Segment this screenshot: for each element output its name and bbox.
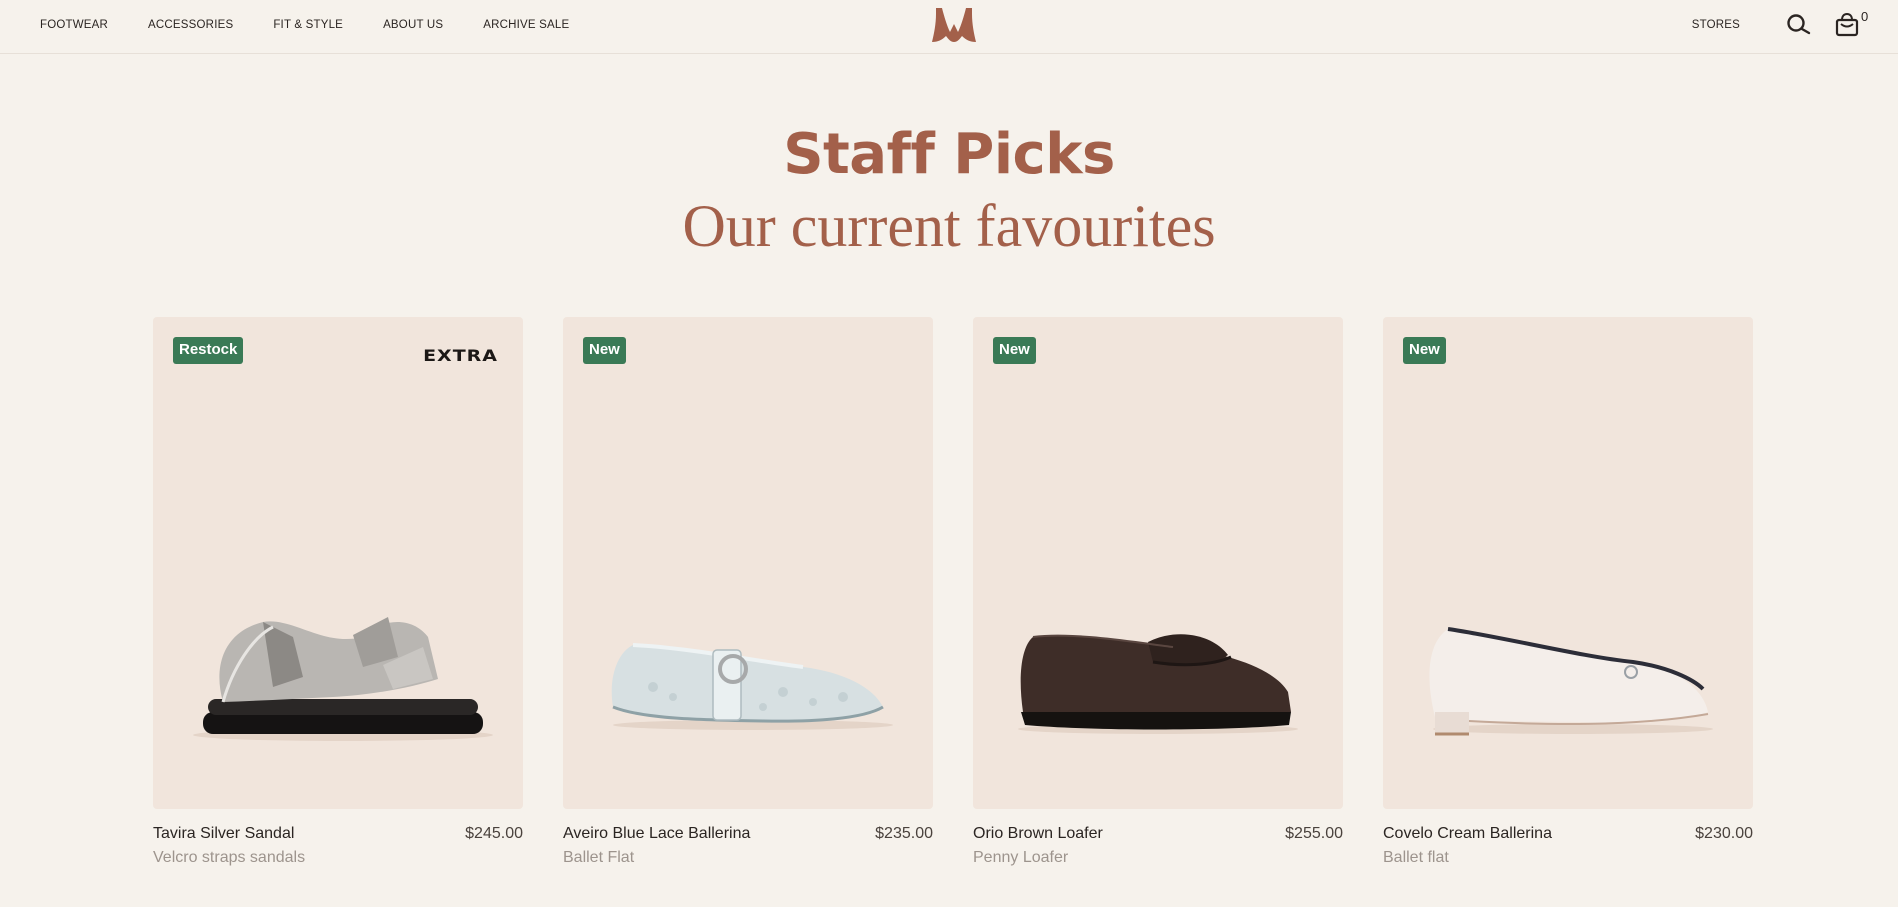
product-name[interactable]: Orio Brown Loafer [973,825,1103,843]
cart-count: 0 [1861,9,1869,24]
lace-ballerina-image [611,643,893,730]
product-image[interactable]: New [973,317,1343,809]
main-nav: FOOTWEAR ACCESSORIES FIT & STYLE ABOUT U… [40,0,569,50]
product-card[interactable]: New Covelo Cream Ballerina $230.00 Balle… [1383,317,1753,885]
site-header: FOOTWEAR ACCESSORIES FIT & STYLE ABOUT U… [0,0,1898,54]
nav-about-us[interactable]: ABOUT US [383,19,443,31]
product-price: $245.00 [465,825,523,842]
product-card[interactable]: New Aveiro Blue Lace Ballerina $235.00 B… [563,317,933,885]
brand-logo[interactable] [928,4,980,44]
product-subtitle: Velcro straps sandals [153,849,306,866]
cream-ballerina-image [1429,627,1713,736]
product-subtitle: Ballet Flat [563,849,635,866]
product-name[interactable]: Covelo Cream Ballerina [1383,825,1552,843]
product-card[interactable]: Restock EXTRA Tavira Silver Sandal $245.… [153,317,523,885]
product-name[interactable]: Tavira Silver Sandal [153,825,294,843]
nav-archive-sale[interactable]: ARCHIVE SALE [483,19,569,31]
shopping-bag-icon [1835,12,1859,37]
product-info: Aveiro Blue Lace Ballerina $235.00 Balle… [563,825,933,885]
product-name[interactable]: Aveiro Blue Lace Ballerina [563,825,750,843]
nav-fit-style[interactable]: FIT & STYLE [273,19,343,31]
product-image[interactable]: New [1383,317,1753,809]
product-price: $255.00 [1285,825,1343,842]
product-card[interactable]: New Orio Brown Loafer $255.00 Penny Loaf… [973,317,1343,885]
cart-button[interactable]: 0 [1834,9,1869,39]
product-image[interactable]: New [563,317,933,809]
page-title: Staff Picks [783,122,1115,187]
nav-accessories[interactable]: ACCESSORIES [148,19,233,31]
product-subtitle: Ballet flat [1383,849,1449,866]
silver-sandal-image [193,617,493,741]
product-info: Covelo Cream Ballerina $230.00 Ballet fl… [1383,825,1753,885]
product-subtitle: Penny Loafer [973,849,1069,866]
product-info: Tavira Silver Sandal $245.00 Velcro stra… [153,825,523,885]
product-grid: Restock EXTRA Tavira Silver Sandal $245.… [153,317,1753,877]
brown-loafer-image [1018,634,1298,734]
product-price: $235.00 [875,825,933,842]
logo-icon [932,8,976,42]
utility-nav: STORES 0 [1692,0,1868,50]
product-info: Orio Brown Loafer $255.00 Penny Loafer [973,825,1343,885]
nav-stores[interactable]: STORES [1692,19,1740,31]
product-image[interactable]: Restock EXTRA [153,317,523,809]
product-price: $230.00 [1695,825,1753,842]
nav-footwear[interactable]: FOOTWEAR [40,19,108,31]
search-icon[interactable] [1786,12,1812,38]
page-subtitle: Our current favourites [682,193,1216,259]
